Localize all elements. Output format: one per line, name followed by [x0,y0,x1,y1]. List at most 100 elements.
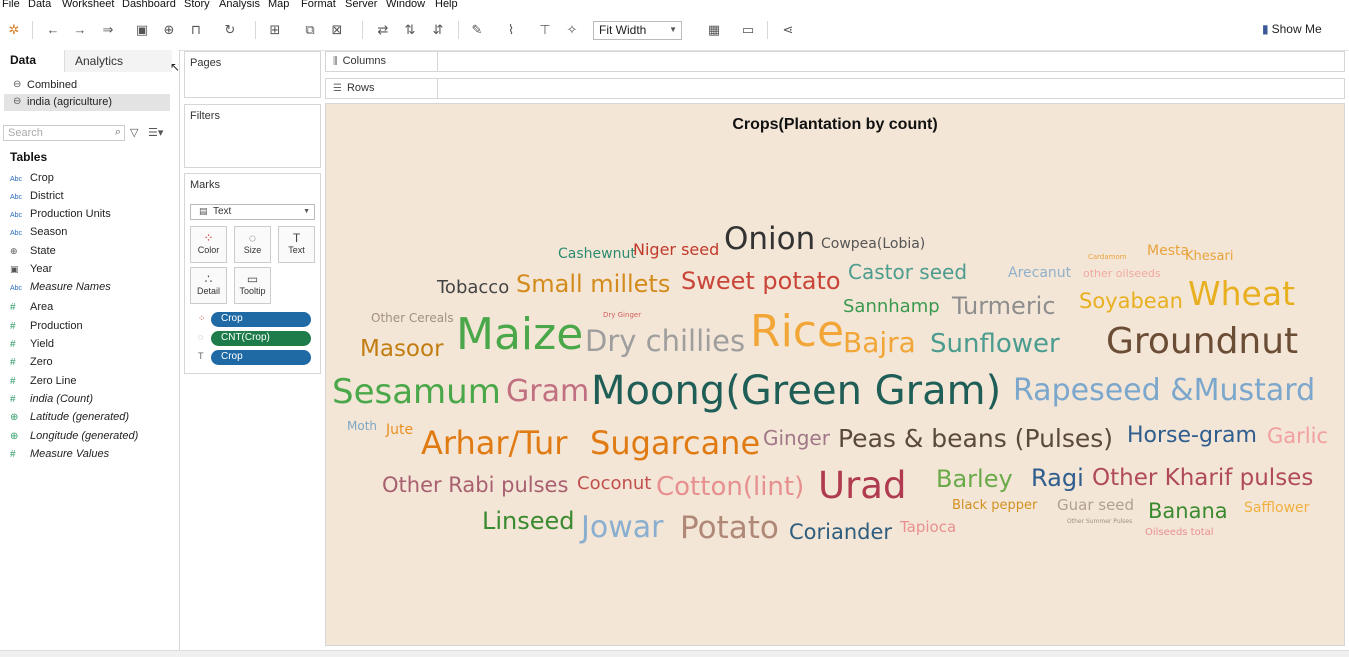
word-cloud-viz[interactable]: Crops(Plantation by count) Cashewnut Nig… [325,103,1345,646]
field-yield[interactable]: # Yield [10,338,54,352]
pause-updates-icon[interactable]: ⊓ [188,22,204,38]
menu-data[interactable]: Data [28,0,51,10]
color-button[interactable]: ⁘ Color [190,226,227,263]
field-area[interactable]: # Area [10,301,53,315]
word-cashewnut[interactable]: Cashewnut [558,247,636,261]
undo-icon[interactable]: ← [45,22,61,37]
word-khesari[interactable]: Khesari [1185,250,1233,263]
pin-icon[interactable]: ✧ [564,22,580,38]
field-state[interactable]: ⊕ State [10,245,56,259]
group-icon[interactable]: ⌇ [503,22,519,38]
word-tobacco[interactable]: Tobacco [437,279,509,297]
word-sugarcane[interactable]: Sugarcane [590,427,760,459]
word-tapioca[interactable]: Tapioca [900,520,956,535]
new-datasource-icon[interactable]: ⊕ [161,22,177,38]
menu-file[interactable]: File [2,0,20,10]
field-measure-names[interactable]: Abc Measure Names [10,281,111,295]
datasource-india-agriculture[interactable]: ⊖ india (agriculture) [4,94,170,111]
menu-help[interactable]: Help [435,0,458,10]
word-garlic[interactable]: Garlic [1267,426,1328,447]
word-arhar-tur[interactable]: Arhar/Tur [421,427,567,459]
columns-shelf[interactable]: ⫼ Columns [325,51,1345,72]
share-icon[interactable]: ⋖ [780,22,796,38]
menu-analysis[interactable]: Analysis [219,0,260,10]
word-rice[interactable]: Rice [750,310,844,354]
field-zero-line[interactable]: # Zero Line [10,375,76,389]
new-worksheet-icon[interactable]: ⊞ [267,22,283,38]
word-oilseeds-total[interactable]: Oilseeds total [1145,528,1214,538]
field-zero[interactable]: # Zero [10,356,53,370]
filter-icon[interactable]: ▽ [130,126,138,139]
word-soyabean[interactable]: Soyabean [1079,291,1183,312]
word-rapeseed-mustard[interactable]: Rapeseed &Mustard [1013,376,1315,406]
presentation-icon[interactable]: ▭ [740,22,756,38]
field-crop[interactable]: Abc Crop [10,172,54,186]
sort-ascending-icon[interactable]: ⇅ [402,22,418,38]
word-banana[interactable]: Banana [1148,501,1228,522]
sort-descending-icon[interactable]: ⇵ [430,22,446,38]
clear-sheet-icon[interactable]: ⊠ [329,22,345,38]
menu-server[interactable]: Server [345,0,377,10]
menu-story[interactable]: Story [184,0,210,10]
word-ginger[interactable]: Ginger [763,428,830,448]
word-horse-gram[interactable]: Horse-gram [1127,425,1257,447]
refresh-icon[interactable]: ↻ [222,22,238,38]
replay-icon[interactable]: ⇒ [100,22,116,38]
word-onion[interactable]: Onion [724,224,815,255]
redo-icon[interactable]: → [72,22,88,37]
filters-card[interactable]: Filters [184,104,321,168]
word-sesamum[interactable]: Sesamum [332,375,501,409]
size-button[interactable]: ◌ Size [234,226,271,263]
word-peas-beans[interactable]: Peas & beans (Pulses) [838,426,1113,451]
pages-card[interactable]: Pages [184,51,321,98]
highlight-icon[interactable]: ✎ [469,22,485,38]
pill-crop-color[interactable]: Crop [211,312,311,327]
labels-icon[interactable]: ⊤ [537,22,553,38]
word-groundnut[interactable]: Groundnut [1106,324,1298,360]
word-castor-seed[interactable]: Castor seed [848,262,967,282]
tab-data[interactable]: Data [10,53,36,67]
word-other-cereals[interactable]: Other Cereals [371,312,454,324]
text-button[interactable]: T Text [278,226,315,263]
menu-window[interactable]: Window [386,0,425,10]
word-coconut[interactable]: Coconut [577,475,651,493]
tableau-logo-icon[interactable]: ✲ [6,22,22,38]
detail-button[interactable]: ∴ Detail [190,267,227,304]
word-moong[interactable]: Moong(Green Gram) [591,371,1001,411]
menu-format[interactable]: Format [301,0,336,10]
word-dry-ginger[interactable]: Dry Ginger [603,312,641,319]
word-maize[interactable]: Maize [456,313,583,357]
menu-map[interactable]: Map [268,0,289,10]
field-year[interactable]: ▣ Year [10,263,52,277]
field-production-units[interactable]: Abc Production Units [10,208,111,222]
word-other-rabi-pulses[interactable]: Other Rabi pulses [382,475,568,496]
word-barley[interactable]: Barley [936,467,1013,491]
word-moth[interactable]: Moth [347,420,377,432]
word-sweet-potato[interactable]: Sweet potato [681,269,841,293]
menu-worksheet[interactable]: Worksheet [62,0,114,10]
word-other-kharif-pulses[interactable]: Other Kharif pulses [1092,467,1313,490]
field-district[interactable]: Abc District [10,190,64,204]
word-dry-chillies[interactable]: Dry chillies [585,327,745,356]
datasource-combined[interactable]: ⊖ Combined [4,77,170,94]
duplicate-icon[interactable]: ⧉ [302,22,318,38]
word-potato[interactable]: Potato [680,513,779,544]
word-sunflower[interactable]: Sunflower [930,331,1060,357]
rows-shelf[interactable]: ☰ Rows [325,78,1345,99]
word-coriander[interactable]: Coriander [789,522,892,543]
field-measure-values[interactable]: # Measure Values [10,448,109,462]
save-icon[interactable]: ▣ [134,22,150,38]
tab-analytics[interactable]: Analytics [64,50,172,72]
field-latitude[interactable]: ⊕ Latitude (generated) [10,411,129,425]
word-masoor[interactable]: Masoor [360,338,444,361]
word-wheat[interactable]: Wheat [1188,277,1295,310]
field-season[interactable]: Abc Season [10,226,67,240]
word-black-pepper[interactable]: Black pepper [952,499,1037,512]
swap-icon[interactable]: ⇄ [375,22,391,38]
field-longitude[interactable]: ⊕ Longitude (generated) [10,430,138,444]
word-turmeric[interactable]: Turmeric [952,294,1056,318]
word-niger-seed[interactable]: Niger seed [633,242,719,258]
word-ragi[interactable]: Ragi [1031,466,1084,490]
word-urad[interactable]: Urad [818,467,906,504]
word-other-summer-pulses[interactable]: Other Summer Pulses [1067,519,1132,525]
